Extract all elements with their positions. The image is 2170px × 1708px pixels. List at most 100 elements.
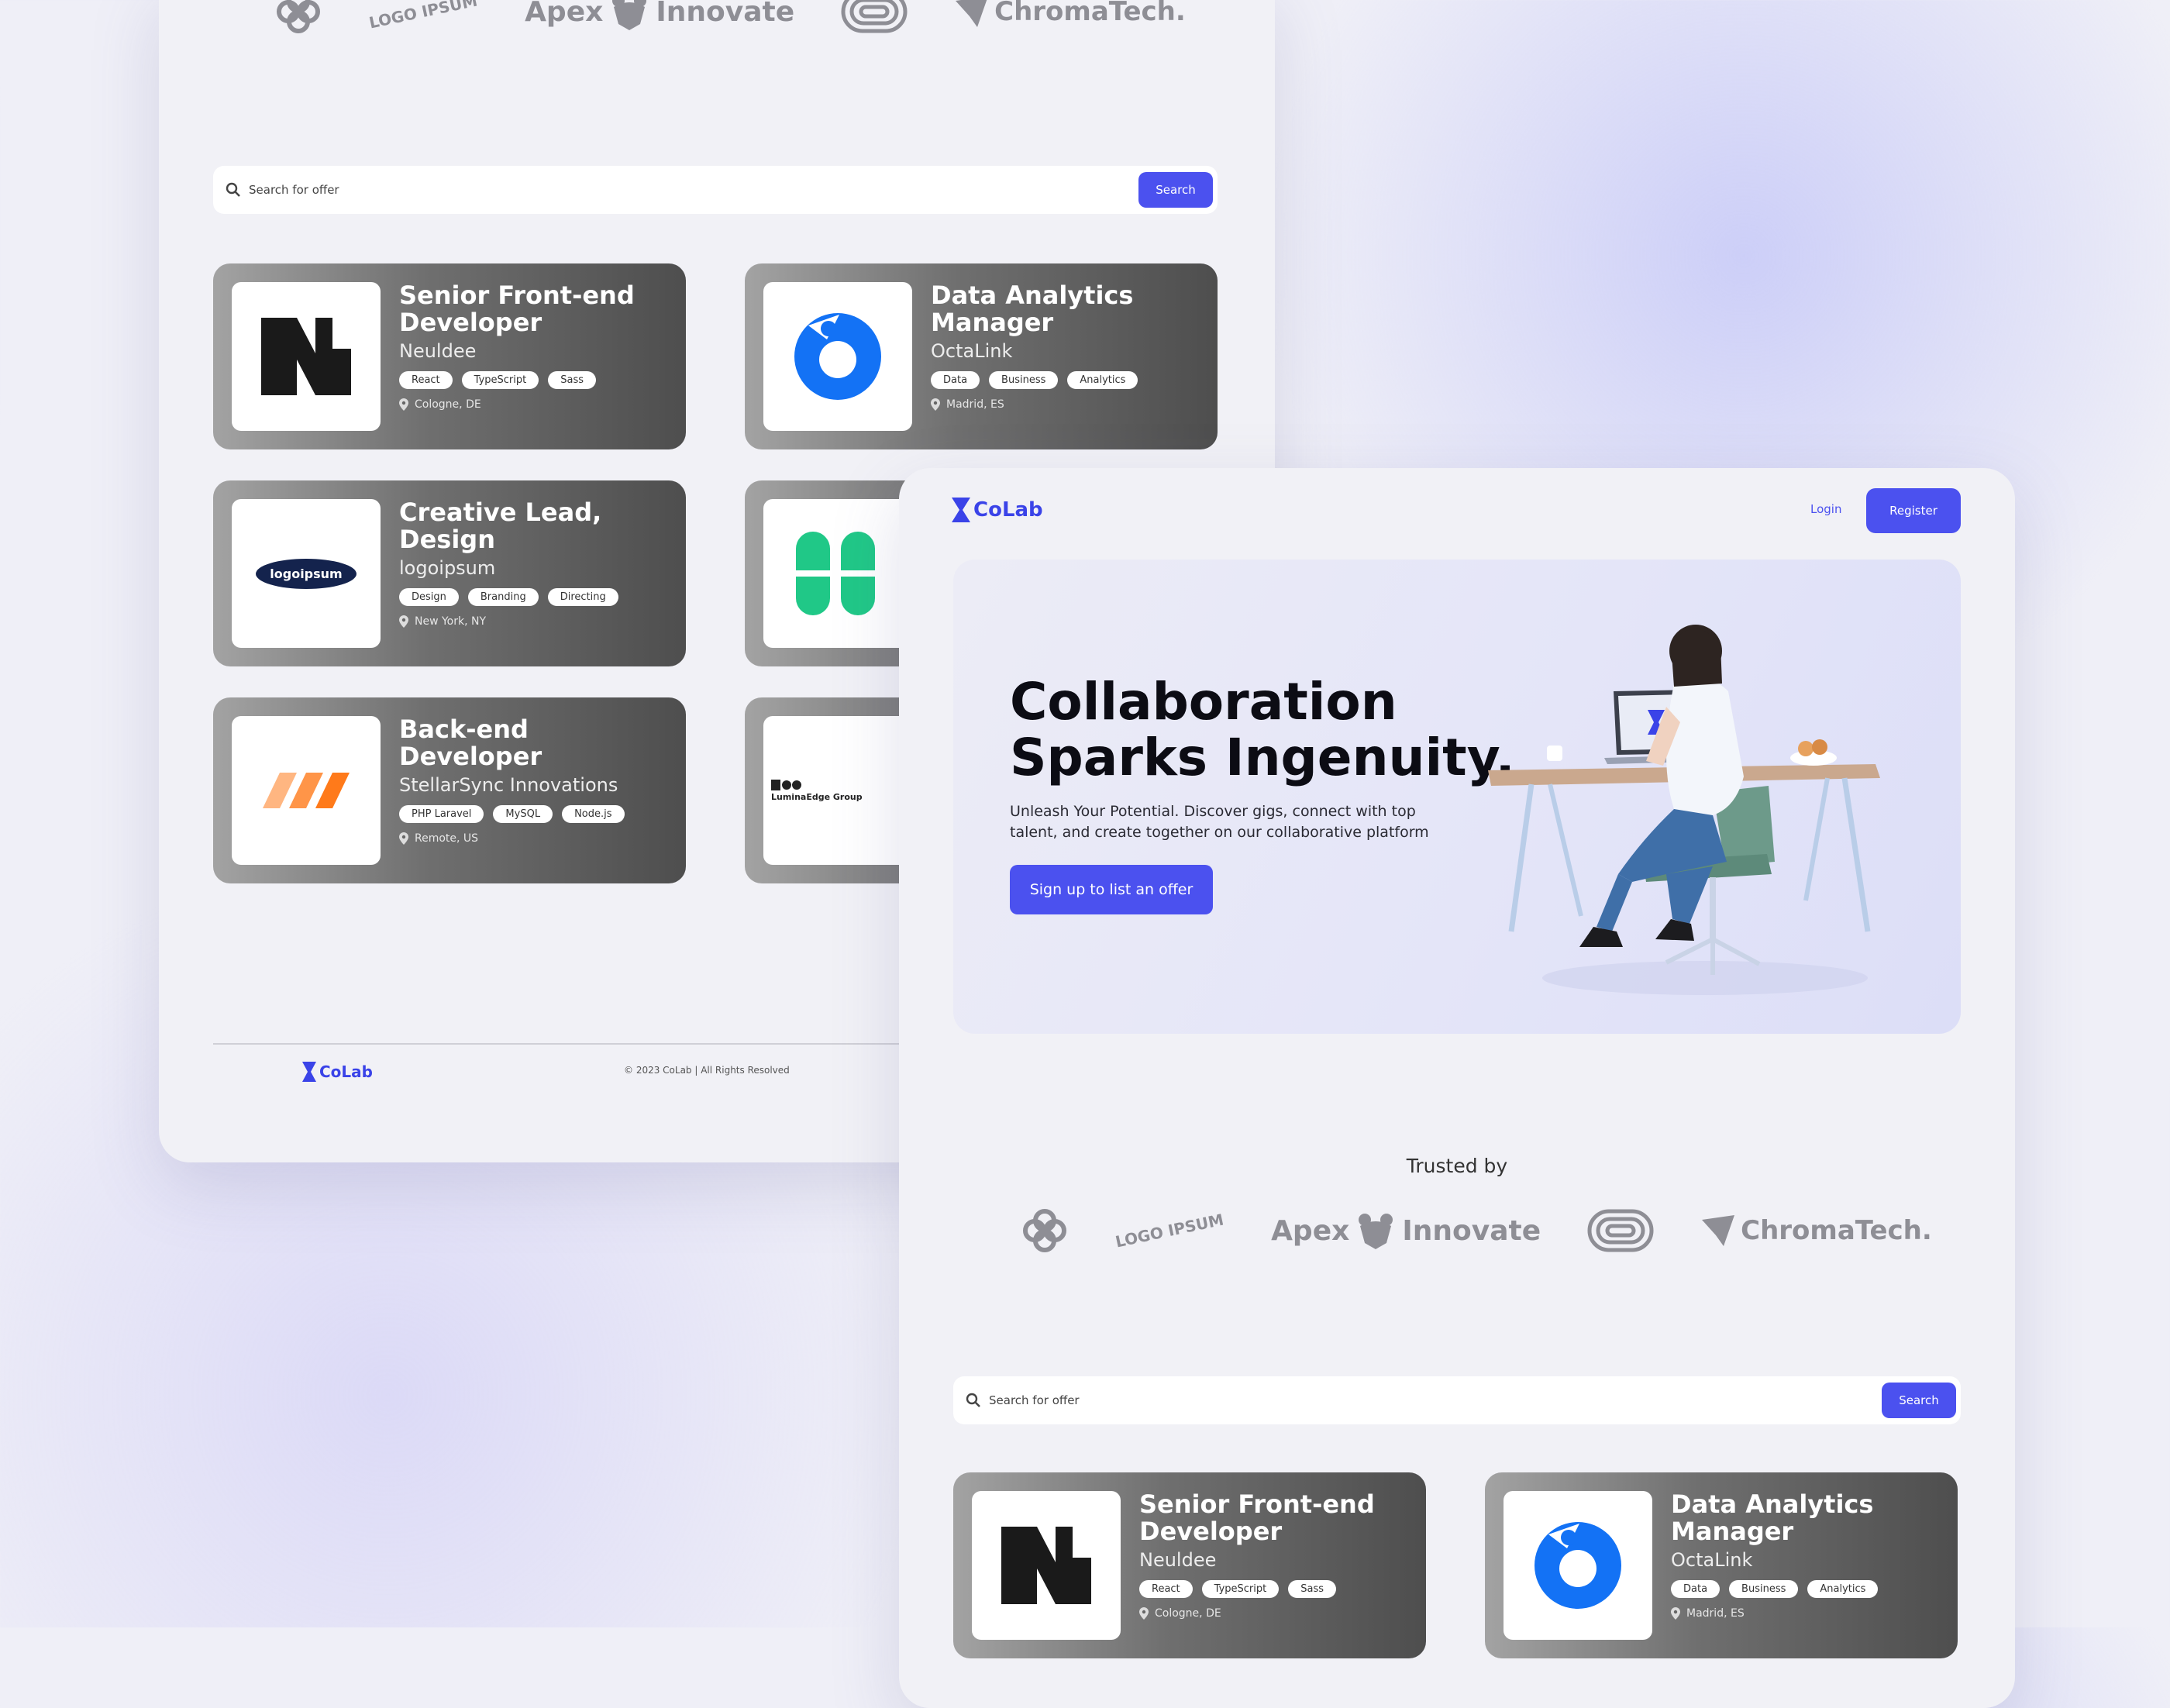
job-title: Creative Lead, Design xyxy=(399,498,602,554)
job-card[interactable]: Senior Front-end Developer Neuldee React… xyxy=(213,263,686,449)
skill-tag: PHP Laravel xyxy=(399,805,484,823)
job-location: Cologne, DE xyxy=(415,398,481,411)
location-pin-icon xyxy=(399,832,408,845)
job-title: Data Analytics Manager xyxy=(931,281,1134,337)
skill-tag: Data xyxy=(1671,1580,1720,1598)
octalink-logo-icon xyxy=(1534,1522,1621,1609)
register-button[interactable]: Register xyxy=(1866,488,1961,533)
octalink-logo-icon xyxy=(794,313,881,400)
location-pin-icon xyxy=(399,398,408,411)
location-pin-icon xyxy=(931,398,940,411)
search-input[interactable]: Search for offer xyxy=(249,183,1138,197)
job-card[interactable]: Senior Front-end Developer Neuldee React… xyxy=(953,1472,1426,1658)
skill-tag: Sass xyxy=(548,371,597,389)
logo-ipsum-badge: LOGO IPSUM xyxy=(367,0,480,33)
chromatech-mark-icon xyxy=(1702,1215,1735,1246)
company-name: OctaLink xyxy=(931,340,1013,362)
footer-copyright: © 2023 CoLab | All Rights Resolved xyxy=(624,1065,790,1076)
skill-tag: Directing xyxy=(547,588,618,606)
skill-tag: Business xyxy=(1729,1580,1799,1598)
hero-subtitle: Unleash Your Potential. Discover gigs, c… xyxy=(1010,803,1429,841)
company-name: logoipsum xyxy=(399,557,496,579)
job-location: Madrid, ES xyxy=(1686,1607,1745,1620)
logoipsum-logo: logoipsum xyxy=(256,558,356,589)
search-icon xyxy=(966,1393,980,1407)
skill-tag: TypeScript xyxy=(461,371,539,389)
bear-icon xyxy=(612,0,647,30)
search-button[interactable]: Search xyxy=(1882,1383,1956,1418)
brand-logo[interactable]: CoLab xyxy=(952,498,1043,522)
stellarsync-logo-icon xyxy=(263,773,350,808)
chromatech-logo: ChromaTech. xyxy=(1700,1212,1932,1249)
neuldee-logo-icon xyxy=(1001,1527,1091,1604)
trusted-logos-row: LOGO IPSUM Apex Innovate ChromaTech. xyxy=(1021,1200,1932,1262)
signup-cta-button[interactable]: Sign up to list an offer xyxy=(1010,865,1213,914)
loop-logo-icon xyxy=(841,0,908,33)
job-location: Remote, US xyxy=(415,832,479,845)
luminaedge-logo-text: LuminaEdge Group xyxy=(771,791,863,802)
loop-logo-icon xyxy=(1587,1209,1654,1252)
company-logo xyxy=(763,499,912,648)
chromatech-mark-icon xyxy=(956,0,987,27)
colab-logo-icon xyxy=(952,498,970,522)
job-location: New York, NY xyxy=(415,615,487,628)
company-name: OctaLink xyxy=(1671,1549,1753,1571)
skill-tag: Data xyxy=(931,371,980,389)
company-name: Neuldee xyxy=(1139,1549,1217,1571)
bear-icon xyxy=(1359,1214,1393,1249)
apex-innovate-logo: Apex Innovate xyxy=(525,0,794,32)
skill-tag: React xyxy=(1139,1580,1193,1598)
colab-logo-icon xyxy=(302,1062,316,1082)
job-location: Madrid, ES xyxy=(946,398,1004,411)
company-logo: logoipsum xyxy=(232,499,381,648)
search-icon xyxy=(226,182,240,197)
skill-tag: Analytics xyxy=(1067,371,1138,389)
company-logo xyxy=(232,282,381,431)
hero-section: Collaboration Sparks Ingenuity. Unleash Y… xyxy=(953,560,1961,1034)
luminaedge-mark-icon xyxy=(771,779,801,790)
skill-tag: Branding xyxy=(467,588,539,606)
logo-ipsum-badge: LOGO IPSUM xyxy=(1114,1210,1226,1252)
company-name: Neuldee xyxy=(399,340,477,362)
foreground-page-screenshot: CoLab Login Register Collaboration Sparks… xyxy=(899,468,2015,1708)
company-logo: LuminaEdge Group xyxy=(763,716,912,865)
company-name: StellarSync Innovations xyxy=(399,774,618,796)
search-button[interactable]: Search xyxy=(1138,172,1213,208)
skill-tag: Node.js xyxy=(562,805,625,823)
skill-tag: Analytics xyxy=(1807,1580,1879,1598)
trusted-logos-row: LOGO IPSUM Apex Innovate ChromaTech. xyxy=(275,0,1186,39)
job-card[interactable]: logoipsum Creative Lead, Design logoipsu… xyxy=(213,480,686,666)
green-clover-logo-icon xyxy=(796,532,875,615)
job-card[interactable]: Back-end Developer StellarSync Innovatio… xyxy=(213,697,686,883)
person-at-desk-illustration xyxy=(1488,625,1880,995)
location-pin-icon xyxy=(1139,1607,1149,1620)
petal-logo-icon xyxy=(1023,1209,1066,1252)
neuldee-logo-icon xyxy=(261,318,351,395)
company-logo xyxy=(972,1491,1121,1640)
location-pin-icon xyxy=(399,615,408,628)
search-bar: Search for offer Search xyxy=(953,1376,1961,1424)
skill-tag: Sass xyxy=(1288,1580,1337,1598)
job-card[interactable]: Data Analytics Manager OctaLink Data Bus… xyxy=(745,263,1218,449)
location-pin-icon xyxy=(1671,1607,1680,1620)
apex-innovate-logo: Apex Innovate xyxy=(1271,1210,1541,1251)
petal-logo-icon xyxy=(277,0,320,33)
chromatech-logo: ChromaTech. xyxy=(954,0,1186,30)
footer-logo[interactable]: CoLab xyxy=(302,1062,373,1082)
skill-tag: MySQL xyxy=(493,805,553,823)
company-logo xyxy=(763,282,912,431)
job-title: Senior Front-end Developer xyxy=(1139,1489,1375,1546)
trusted-by-label: Trusted by xyxy=(1406,1155,1508,1177)
search-input[interactable]: Search for offer xyxy=(989,1393,1882,1407)
job-card[interactable]: Data Analytics Manager OctaLink Data Bus… xyxy=(1485,1472,1958,1658)
job-title: Data Analytics Manager xyxy=(1671,1489,1874,1546)
login-link[interactable]: Login xyxy=(1810,502,1841,516)
hero-title: Collaboration Sparks Ingenuity. xyxy=(1010,672,1515,787)
job-location: Cologne, DE xyxy=(1155,1607,1221,1620)
job-title: Back-end Developer xyxy=(399,715,542,771)
skill-tag: Design xyxy=(399,588,459,606)
search-bar: Search for offer Search xyxy=(213,166,1218,214)
job-title: Senior Front-end Developer xyxy=(399,281,635,337)
company-logo xyxy=(1504,1491,1652,1640)
skill-tag: TypeScript xyxy=(1201,1580,1280,1598)
